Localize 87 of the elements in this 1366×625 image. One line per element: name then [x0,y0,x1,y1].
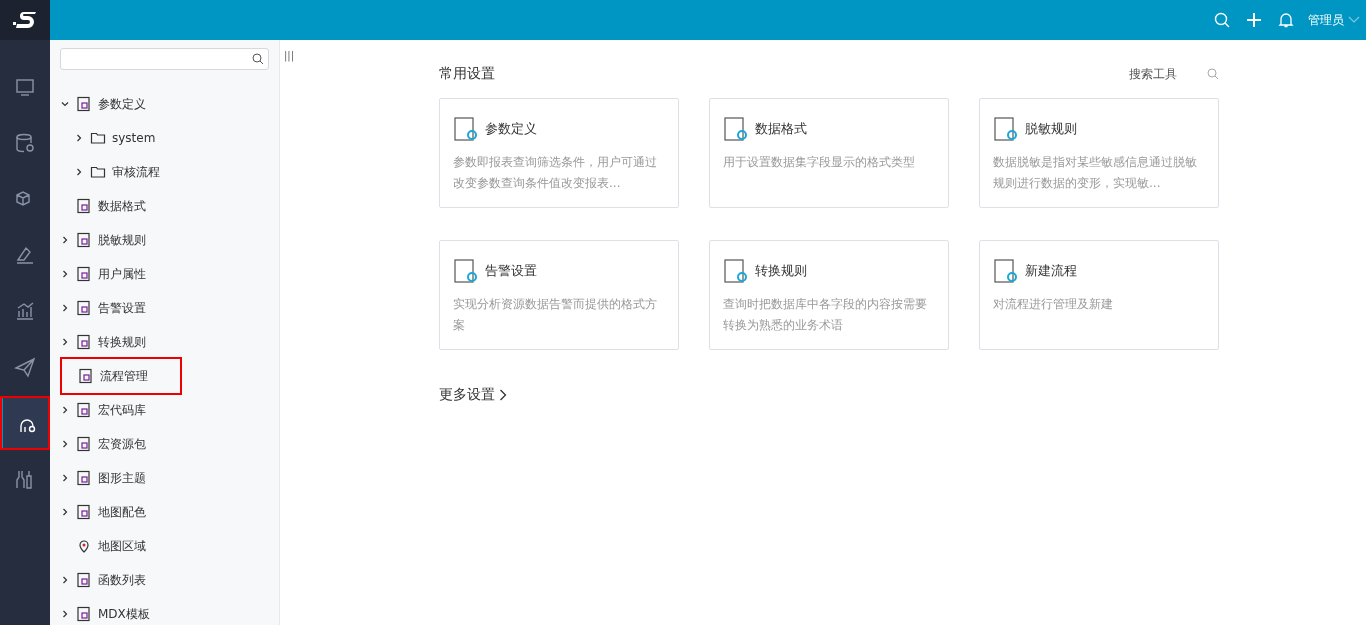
document-icon [76,402,92,418]
document-icon [76,300,92,316]
card-description: 查询时把数据库中各字段的内容按需要转换为熟悉的业务术语 [723,296,928,334]
chevron-icon[interactable] [61,508,69,516]
tree-item[interactable]: 告警设置 [98,299,146,317]
bell-icon[interactable] [1278,12,1294,28]
plus-icon[interactable] [1246,12,1262,28]
tree-item[interactable]: 参数定义 [98,95,146,113]
card-title: 新建流程 [1025,262,1077,280]
nav-icon [14,244,36,266]
chevron-icon[interactable] [61,338,69,346]
nav-icon [14,300,36,322]
chevron-icon[interactable] [75,134,83,142]
card-description: 对流程进行管理及新建 [993,296,1114,313]
chevron-icon[interactable] [61,270,69,278]
tree-item[interactable]: 宏资源包 [98,435,146,453]
nav-icon [14,356,36,378]
tree-item[interactable]: 函数列表 [98,571,146,589]
document-icon [453,258,479,284]
nav-button[interactable] [0,396,50,450]
chevron-icon[interactable] [61,474,69,482]
tree-item[interactable]: 用户属性 [98,265,146,283]
document-icon [76,572,92,588]
chevron-icon[interactable] [61,440,69,448]
nav-icon [14,132,36,154]
document-icon [723,258,749,284]
settings-card[interactable]: 脱敏规则 数据脱敏是指对某些敏感信息通过脱敏规则进行数据的变形，实现敏... [979,98,1219,208]
section-title: 常用设置 [439,65,495,83]
card-title: 转换规则 [755,262,807,280]
folder-icon [90,164,106,180]
document-icon [76,198,92,214]
search-field[interactable] [60,48,269,70]
card-title: 参数定义 [485,120,537,138]
card-title: 脱敏规则 [1025,120,1077,138]
tree-item[interactable]: 审核流程 [112,163,160,181]
document-icon [76,470,92,486]
settings-card[interactable]: 参数定义 参数即报表查询筛选条件，用户可通过改变参数查询条件值改变报表... [439,98,679,208]
chevron-icon[interactable] [61,610,69,618]
map-pin-icon [76,538,92,554]
document-icon [993,116,1019,142]
tree-item[interactable]: 地图配色 [98,503,146,521]
search-icon[interactable] [1214,12,1230,28]
tree-item[interactable]: 数据格式 [98,197,146,215]
tree-item[interactable]: 流程管理 [100,367,148,385]
card-description: 参数即报表查询筛选条件，用户可通过改变参数查询条件值改变报表... [453,154,658,192]
caret-icon [1348,16,1360,24]
card-description: 用于设置数据集字段显示的格式类型 [723,154,916,171]
chevron-icon[interactable] [61,576,69,584]
document-icon [76,334,92,350]
tree-item[interactable]: 图形主题 [98,469,146,487]
document-icon [76,504,92,520]
document-icon [993,258,1019,284]
document-icon [453,116,479,142]
document-icon [76,606,92,622]
settings-card[interactable]: 告警设置 实现分析资源数据告警而提供的格式方案 [439,240,679,350]
tree-item[interactable]: 脱敏规则 [98,231,146,249]
document-icon [78,368,94,384]
card-description: 数据脱敏是指对某些敏感信息通过脱敏规则进行数据的变形，实现敏... [993,154,1198,192]
chevron-icon[interactable] [61,406,69,414]
chevron-icon [499,389,507,401]
tree-item[interactable]: system [112,131,156,145]
logo [0,0,50,40]
resize-handle[interactable]: ||| [280,40,292,625]
folder-icon [90,130,106,146]
document-icon [76,232,92,248]
chevron-icon[interactable] [61,100,69,108]
tree-item[interactable]: MDX模板 [98,605,150,623]
document-icon [76,266,92,282]
search-icon [252,53,264,65]
chevron-icon[interactable] [75,168,83,176]
document-icon [76,436,92,452]
settings-card[interactable]: 数据格式 用于设置数据集字段显示的格式类型 [709,98,949,208]
chevron-icon[interactable] [61,304,69,312]
document-icon [723,116,749,142]
nav-icon [14,76,36,98]
card-title: 告警设置 [485,262,537,280]
chevron-icon[interactable] [61,236,69,244]
document-icon [76,96,92,112]
tree-item[interactable]: 地图区域 [98,537,146,555]
settings-card[interactable]: 转换规则 查询时把数据库中各字段的内容按需要转换为熟悉的业务术语 [709,240,949,350]
tree-item[interactable]: 宏代码库 [98,401,146,419]
more-settings-link[interactable]: 更多设置 [439,386,507,404]
settings-card[interactable]: 新建流程 对流程进行管理及新建 [979,240,1219,350]
card-description: 实现分析资源数据告警而提供的格式方案 [453,296,658,334]
tree-item[interactable]: 转换规则 [98,333,146,351]
card-title: 数据格式 [755,120,807,138]
search-tool-label: 搜索工具 [1129,65,1177,83]
